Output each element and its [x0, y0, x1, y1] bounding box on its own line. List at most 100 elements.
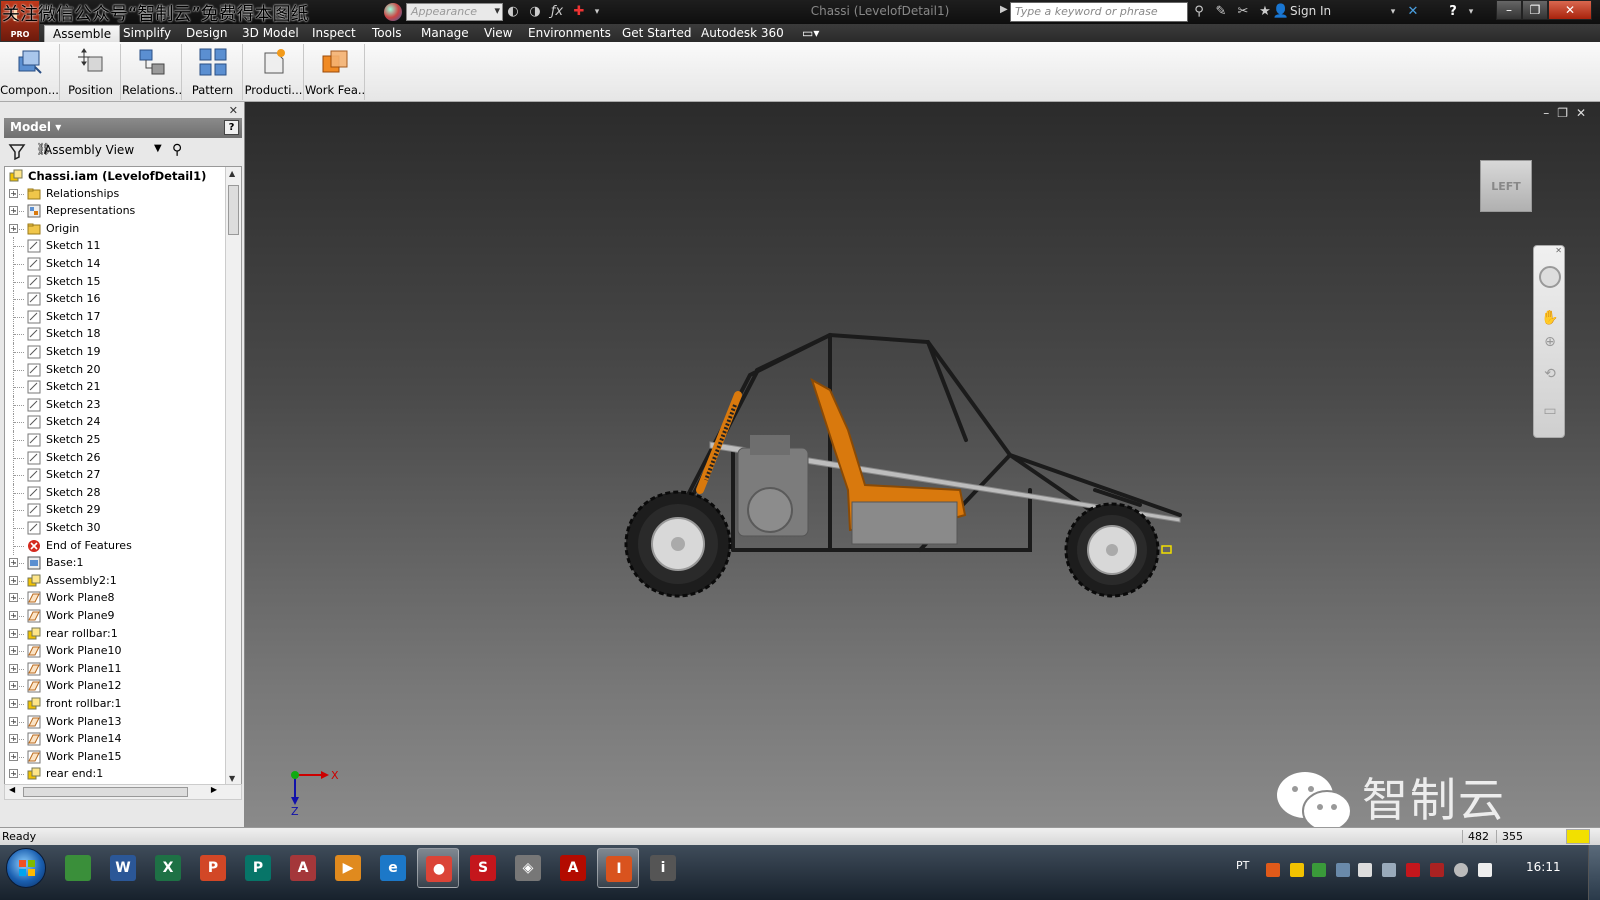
browser-view-select[interactable]: Assembly View [44, 143, 134, 157]
search-expand-icon[interactable]: ▶ [1000, 4, 1008, 15]
scroll-left-icon[interactable]: ◀ [9, 785, 15, 794]
appearance-sphere-icon[interactable] [384, 3, 402, 21]
tree-item[interactable]: + Representations [5, 202, 225, 220]
taskbar-app-button[interactable]: A [282, 848, 324, 888]
place-component-button[interactable]: Compon... [0, 44, 60, 100]
buggy-chassis-model[interactable] [620, 330, 1190, 610]
tree-item[interactable]: + Work Plane13 [5, 713, 225, 731]
tray-shield-icon[interactable] [1290, 863, 1304, 877]
system-clock[interactable]: 16:11 [1526, 860, 1561, 874]
browser-help-icon[interactable]: ? [224, 120, 239, 135]
help-chevron-icon[interactable]: ▾ [1462, 3, 1480, 21]
help-icon[interactable]: ? [1444, 3, 1462, 21]
tree-item[interactable]: Sketch 23 [5, 395, 225, 414]
start-button[interactable] [6, 848, 46, 888]
tree-item[interactable]: Sketch 30 [5, 519, 225, 537]
taskbar-app-button[interactable]: I [597, 848, 639, 888]
tray-bluetooth-icon[interactable] [1336, 863, 1350, 877]
tree-item[interactable]: + Work Plane11 [5, 660, 225, 678]
zoom-icon[interactable]: ⊕ [1540, 332, 1560, 352]
tree-item[interactable]: + Assembly2:1 [5, 572, 225, 590]
binoculars-icon[interactable]: ⚲ [172, 142, 182, 158]
tree-item[interactable]: + Origin [5, 220, 225, 238]
tab-tools[interactable]: Tools [364, 25, 410, 42]
tree-item[interactable]: + Work Plane9 [5, 607, 225, 625]
ribbon-display-toggle-icon[interactable]: ▭▾ [794, 25, 827, 42]
tree-item[interactable]: Sketch 19 [5, 343, 225, 361]
look-at-icon[interactable]: ▭ [1540, 401, 1560, 421]
binoculars-icon[interactable]: ⚲ [1190, 3, 1208, 21]
tree-item[interactable]: End of Features [5, 536, 225, 555]
search-input[interactable]: Type a keyword or phrase [1010, 2, 1188, 22]
new-iproperty-icon[interactable]: ✚ [570, 3, 588, 21]
tree-item[interactable]: Sketch 16 [5, 290, 225, 309]
tree-item[interactable]: + Work Plane10 [5, 642, 225, 660]
productivity-button[interactable]: Producti... [244, 44, 304, 100]
tab-manage[interactable]: Manage [413, 25, 477, 42]
scroll-down-icon[interactable]: ▼ [229, 774, 235, 783]
steering-wheel-icon[interactable] [1539, 266, 1561, 288]
tab-autodesk-360[interactable]: Autodesk 360 [693, 25, 792, 42]
tree-vertical-scrollbar[interactable]: ▲ ▼ [225, 167, 241, 785]
tray-network-icon[interactable] [1312, 863, 1326, 877]
work-features-button[interactable]: Work Fea... [305, 44, 365, 100]
tree-item[interactable]: Sketch 20 [5, 360, 225, 379]
scroll-thumb[interactable] [228, 185, 239, 235]
tree-item[interactable]: Sketch 24 [5, 413, 225, 432]
close-icon[interactable]: ✕ [1555, 246, 1562, 255]
tree-item[interactable]: Sketch 25 [5, 431, 225, 449]
tree-item[interactable]: Sketch 18 [5, 325, 225, 344]
tree-item[interactable]: + Relationships [5, 185, 225, 203]
parameters-icon[interactable]: ƒx [548, 3, 566, 21]
volume-icon[interactable] [1358, 863, 1372, 877]
viewport-window-controls[interactable]: –❐✕ [1543, 106, 1594, 120]
scroll-up-icon[interactable]: ▲ [229, 169, 235, 178]
tray-error-icon[interactable] [1430, 863, 1444, 877]
tree-item[interactable]: Sketch 21 [5, 378, 225, 397]
filter-icon[interactable] [8, 142, 26, 160]
appearance-dropdown[interactable]: Appearance ▾ [406, 3, 503, 21]
orbit-icon[interactable]: ⟲ [1540, 364, 1560, 384]
tab-view[interactable]: View [476, 25, 520, 42]
taskbar-app-button[interactable]: P [192, 848, 234, 888]
viewcube[interactable]: LEFT [1480, 160, 1532, 212]
graphics-viewport[interactable]: –❐✕ LEFT ✕ ✋ ⊕ ⟲ ▭ X Z 智制云 [245, 102, 1600, 827]
tab-design[interactable]: Design [178, 25, 235, 42]
taskbar-app-button[interactable]: S [462, 848, 504, 888]
tab-inspect[interactable]: Inspect [304, 25, 364, 42]
close-window-button[interactable]: ✕ [1548, 0, 1592, 20]
taskbar-app-button[interactable]: ● [417, 848, 459, 888]
chevron-down-icon[interactable]: ▼ [154, 143, 162, 154]
tab-get-started[interactable]: Get Started [614, 25, 700, 42]
relationships-button[interactable]: Relations... [122, 44, 182, 100]
action-center-flag-icon[interactable] [1478, 863, 1492, 877]
tree-item[interactable]: + front rollbar:1 [5, 695, 225, 713]
tree-item[interactable]: Sketch 14 [5, 255, 225, 273]
clear-appearance-icon[interactable]: ◑ [526, 3, 544, 21]
close-icon[interactable]: ✕ [229, 104, 238, 117]
scroll-thumb[interactable] [23, 787, 188, 797]
exchange-icon[interactable]: ✕ [1404, 3, 1422, 21]
browser-header[interactable]: Model ▾ ? [4, 118, 242, 138]
tree-horizontal-scrollbar[interactable]: ◀ ▶ [4, 784, 242, 800]
tab-3d-model[interactable]: 3D Model [234, 25, 307, 42]
taskbar-app-button[interactable]: A [552, 848, 594, 888]
taskbar-app-button[interactable]: X [147, 848, 189, 888]
taskbar-app-button[interactable]: e [372, 848, 414, 888]
show-desktop-button[interactable] [1588, 845, 1600, 900]
tray-app-icon[interactable] [1266, 863, 1280, 877]
tree-item[interactable]: Sketch 29 [5, 501, 225, 520]
tray-solidworks-icon[interactable] [1406, 863, 1420, 877]
sign-in-button[interactable]: Sign In [1290, 4, 1331, 18]
tree-item[interactable]: + Work Plane14 [5, 730, 225, 748]
taskbar-app-button[interactable]: i [642, 848, 684, 888]
tab-simplify[interactable]: Simplify [115, 25, 179, 42]
taskbar-app-button[interactable]: ◈ [507, 848, 549, 888]
tree-item[interactable]: + Work Plane12 [5, 677, 225, 695]
qat-customize-icon[interactable]: ▾ [588, 3, 606, 21]
tools-icon[interactable]: ✎ [1212, 3, 1230, 21]
restore-window-button[interactable]: ❐ [1522, 0, 1548, 20]
tree-item[interactable]: Sketch 28 [5, 483, 225, 502]
taskbar-app-button[interactable]: W [102, 848, 144, 888]
pattern-button[interactable]: Pattern [183, 44, 243, 100]
